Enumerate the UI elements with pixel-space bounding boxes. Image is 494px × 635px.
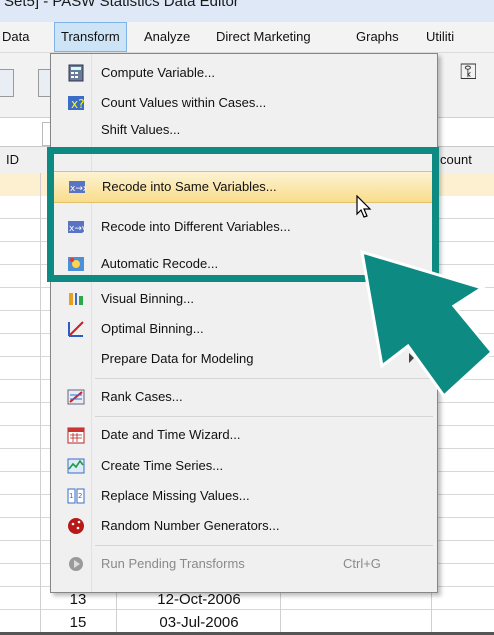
count-values-icon: x? bbox=[68, 96, 84, 111]
svg-text:2: 2 bbox=[78, 492, 82, 500]
menu-item-count-values[interactable]: x? Count Values within Cases... bbox=[53, 88, 435, 118]
menu-item-compute-variable[interactable]: Compute Variable... bbox=[53, 58, 435, 88]
window-titlebar: Set5] - PASW Statistics Data Editor bbox=[0, 0, 494, 23]
menu-item-label: Optimal Binning... bbox=[101, 321, 204, 336]
toolbar-button[interactable] bbox=[0, 69, 14, 97]
menu-analyze[interactable]: Analyze bbox=[138, 22, 196, 52]
menu-item-label: Visual Binning... bbox=[101, 291, 194, 306]
svg-text:1: 1 bbox=[69, 492, 73, 500]
svg-text:x?: x? bbox=[71, 97, 84, 111]
shortcut-label: Ctrl+G bbox=[343, 556, 381, 571]
menu-graphs[interactable]: Graphs bbox=[350, 22, 405, 52]
time-series-icon bbox=[67, 458, 85, 474]
visual-binning-icon bbox=[69, 293, 83, 305]
pointer-arrow-icon bbox=[360, 249, 494, 399]
row-number: 15 bbox=[69, 614, 87, 631]
menu-item-label: Compute Variable... bbox=[101, 65, 215, 80]
menu-item-label: Shift Values... bbox=[101, 122, 181, 136]
menu-item-random-number-generators[interactable]: Random Number Generators... bbox=[53, 511, 435, 541]
row-number: 13 bbox=[69, 591, 87, 608]
menu-item-run-pending-transforms[interactable]: Run Pending Transforms Ctrl+G bbox=[53, 549, 435, 579]
date-cell[interactable]: 12-Oct-2006 bbox=[120, 591, 278, 608]
menu-item-label: Rank Cases... bbox=[101, 389, 183, 404]
optimal-binning-icon bbox=[68, 321, 84, 337]
menu-item-label: Prepare Data for Modeling bbox=[101, 351, 254, 366]
menu-utilities[interactable]: Utiliti bbox=[420, 22, 460, 52]
rank-cases-icon bbox=[67, 389, 85, 405]
menu-item-label: Replace Missing Values... bbox=[101, 488, 250, 503]
find-binoculars-icon[interactable]: ⚿ bbox=[460, 59, 477, 85]
menu-transform[interactable]: Transform bbox=[54, 22, 127, 52]
column-header-id[interactable]: ID bbox=[6, 152, 19, 167]
menu-item-replace-missing-values[interactable]: 1 2 Replace Missing Values... bbox=[53, 481, 435, 511]
menu-direct-marketing[interactable]: Direct Marketing bbox=[210, 22, 317, 52]
menu-item-label: Count Values within Cases... bbox=[101, 95, 267, 110]
replace-missing-icon: 1 2 bbox=[67, 488, 85, 504]
run-pending-icon bbox=[69, 557, 83, 571]
menu-item-label: Random Number Generators... bbox=[101, 518, 280, 533]
window-title: Set5] - PASW Statistics Data Editor bbox=[4, 0, 239, 10]
mouse-cursor-icon bbox=[356, 195, 372, 218]
menu-bar: Data Transform Analyze Direct Marketing … bbox=[0, 22, 494, 53]
calculator-icon bbox=[68, 64, 84, 82]
menu-data[interactable]: Data bbox=[0, 22, 35, 52]
menu-item-shift-values[interactable]: Shift Values... bbox=[53, 118, 435, 136]
menu-item-label: Run Pending Transforms bbox=[101, 556, 245, 571]
date-cell[interactable]: 03-Jul-2006 bbox=[120, 614, 278, 631]
column-header-count[interactable]: count bbox=[440, 152, 472, 167]
calendar-icon bbox=[67, 427, 85, 444]
menu-item-label: Date and Time Wizard... bbox=[101, 427, 241, 442]
menu-item-label: Create Time Series... bbox=[101, 458, 224, 473]
dice-icon bbox=[68, 518, 84, 534]
